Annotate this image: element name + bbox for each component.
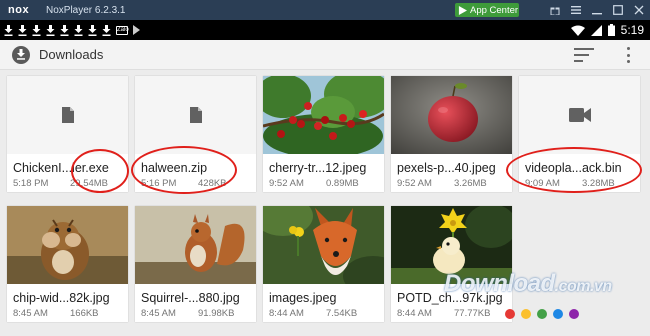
file-tile[interactable]: chip-wid...82k.jpg 8:45 AM 166KB (7, 206, 128, 322)
file-name: ChickenI...ler.exe (13, 161, 109, 175)
file-size: 3.26MB (454, 178, 487, 189)
wifi-icon (570, 25, 585, 36)
status-time: 5:19 (620, 23, 644, 37)
squirrel-photo (135, 206, 256, 284)
file-time: 9:52 AM (269, 178, 304, 189)
download-notification-icon (60, 24, 69, 36)
downloads-icon (12, 45, 30, 64)
file-size: 29.54MB (70, 178, 109, 189)
download-notification-icon (32, 24, 41, 36)
file-time: 8:44 AM (397, 308, 432, 319)
file-name: Squirrel-...880.jpg (141, 291, 240, 305)
nox-logo: nox (8, 4, 30, 16)
maximize-icon[interactable] (613, 0, 623, 20)
zalo-notification-icon: Zalo (116, 25, 129, 35)
file-icon (7, 76, 128, 154)
file-name: images.jpeg (269, 291, 337, 305)
file-tile[interactable]: cherry-tr...12.jpeg 9:52 AM 0.89MB (263, 76, 384, 192)
battery-icon (607, 24, 615, 36)
watermark-dots (505, 309, 579, 319)
file-time: 5:16 PM (141, 178, 177, 189)
download-notification-icon (18, 24, 27, 36)
download-watermark: Download.com.vn (444, 270, 612, 298)
download-notification-icon (88, 24, 97, 36)
file-time: 5:18 PM (13, 178, 49, 189)
fox-photo (263, 206, 384, 284)
file-name: pexels-p...40.jpeg (397, 161, 496, 175)
gift-icon[interactable] (550, 0, 560, 20)
page-title: Downloads (39, 47, 104, 62)
cherry-photo (263, 76, 384, 154)
file-time: 9:09 AM (525, 178, 560, 189)
menu-icon[interactable] (571, 0, 581, 20)
app-center-label: App Center (470, 4, 519, 16)
android-statusbar: Zalo 5:19 (0, 20, 650, 40)
file-size: 3.28MB (582, 178, 615, 189)
file-size: 7.54KB (326, 308, 358, 319)
chipmunk-photo (7, 206, 128, 284)
signal-icon (590, 24, 602, 36)
watermark-suffix: .com.vn (554, 278, 612, 295)
more-vert-icon[interactable] (626, 47, 630, 63)
notification-icons: Zalo (0, 24, 140, 36)
file-size: 91.98KB (198, 308, 235, 319)
file-tile[interactable]: pexels-p...40.jpeg 9:52 AM 3.26MB (391, 76, 512, 192)
file-tile[interactable]: images.jpeg 8:44 AM 7.54KB (263, 206, 384, 322)
download-notification-icon (4, 24, 13, 36)
file-name: halween.zip (141, 161, 208, 175)
sort-icon[interactable] (574, 48, 594, 62)
apple-photo (391, 76, 512, 154)
file-tile[interactable]: halween.zip 5:16 PM 428KB (135, 76, 256, 192)
app-center-button[interactable]: App Center (455, 3, 519, 17)
download-notification-icon (102, 24, 111, 36)
file-tile[interactable]: videopla...ack.bin 9:09 AM 3.28MB (519, 76, 640, 192)
file-size: 77.77KB (454, 308, 491, 319)
close-icon[interactable] (634, 0, 644, 20)
video-icon (519, 76, 640, 154)
emulator-titlebar: nox NoxPlayer 6.2.3.1 App Center (0, 0, 650, 20)
watermark-text: Download (444, 270, 555, 297)
file-time: 8:45 AM (141, 308, 176, 319)
file-time: 8:45 AM (13, 308, 48, 319)
file-tile[interactable]: POTD_ch...97k.jpg 8:44 AM 77.77KB (391, 206, 512, 322)
download-notification-icon (74, 24, 83, 36)
download-notification-icon (46, 24, 55, 36)
file-name: cherry-tr...12.jpeg (269, 161, 367, 175)
file-tile[interactable]: Squirrel-...880.jpg 8:45 AM 91.98KB (135, 206, 256, 322)
file-icon (135, 76, 256, 154)
file-size: 428KB (198, 178, 227, 189)
play-store-notification-icon (133, 25, 140, 35)
nox-window: nox NoxPlayer 6.2.3.1 App Center Zalo 5:… (0, 0, 650, 336)
file-time: 9:52 AM (397, 178, 432, 189)
file-time: 8:44 AM (269, 308, 304, 319)
file-name: chip-wid...82k.jpg (13, 291, 110, 305)
play-store-icon (458, 5, 467, 15)
file-size: 0.89MB (326, 178, 359, 189)
file-name: videopla...ack.bin (525, 161, 622, 175)
window-title: NoxPlayer 6.2.3.1 (46, 4, 126, 16)
minimize-icon[interactable] (592, 0, 602, 20)
file-tile[interactable]: ChickenI...ler.exe 5:18 PM 29.54MB (7, 76, 128, 192)
file-size: 166KB (70, 308, 99, 319)
app-toolbar: Downloads (0, 40, 650, 70)
